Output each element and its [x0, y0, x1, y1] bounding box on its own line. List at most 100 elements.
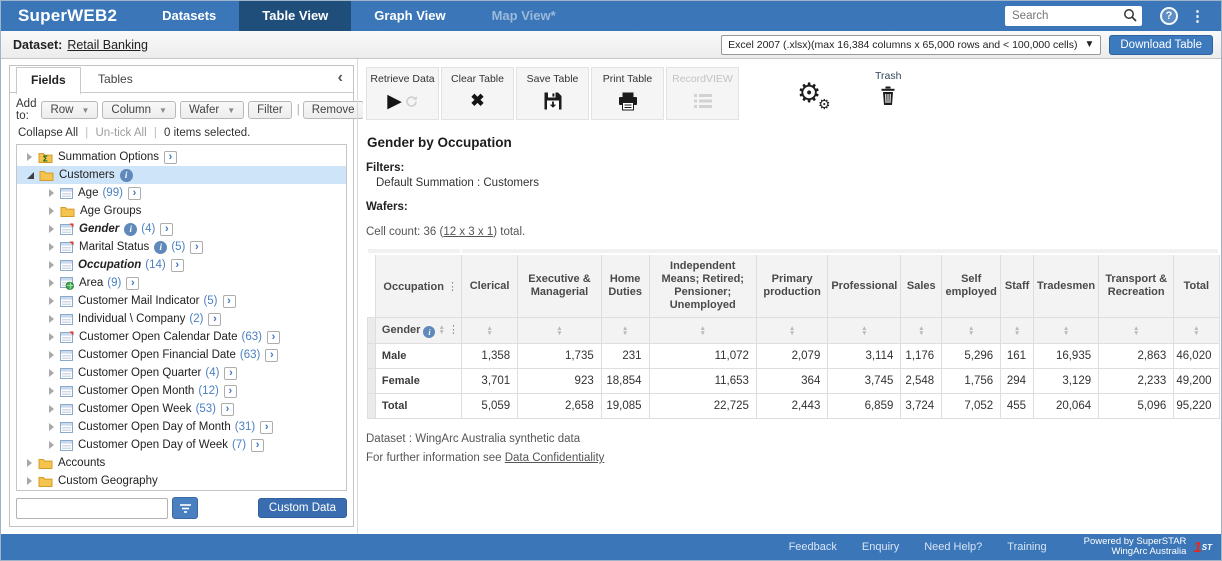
expand-node-icon[interactable] [49, 333, 54, 341]
expand-node-icon[interactable] [49, 261, 54, 269]
tab-graph-view[interactable]: Graph View [351, 1, 468, 31]
column-header[interactable]: Staff [1001, 254, 1034, 318]
expand-node-icon[interactable] [49, 423, 54, 431]
expand-node-icon[interactable] [27, 153, 32, 161]
download-table-button[interactable]: Download Table [1109, 35, 1213, 55]
expand-node-icon[interactable] [49, 351, 54, 359]
collapse-node-icon[interactable] [27, 172, 34, 179]
info-icon[interactable]: i [423, 326, 435, 338]
tree-item-gender[interactable]: Genderi(4)› [17, 220, 346, 238]
add-field-arrow-icon[interactable]: › [265, 349, 278, 362]
tree-item-summation-options[interactable]: ΣSummation Options› [17, 148, 346, 166]
trash-button[interactable]: Trash [875, 67, 901, 109]
expand-node-icon[interactable] [49, 207, 54, 215]
add-field-arrow-icon[interactable]: › [224, 367, 237, 380]
column-header[interactable]: Professional [828, 254, 901, 318]
tree-item-customers[interactable]: Customersi [17, 166, 346, 184]
search-icon[interactable] [1123, 8, 1138, 26]
row-field-header[interactable]: Genderi ▲▼⋮ [375, 318, 461, 344]
info-icon[interactable]: i [154, 241, 167, 254]
tree-item-marital-status[interactable]: Marital Statusi(5)› [17, 238, 346, 256]
add-field-arrow-icon[interactable]: › [128, 187, 141, 200]
tab-fields[interactable]: Fields [16, 67, 81, 95]
column-field-header[interactable]: Occupation⋮ [375, 254, 461, 318]
tree-item-customer-open-quarter[interactable]: Customer Open Quarter(4)› [17, 364, 346, 382]
retrieve-data-button[interactable]: Retrieve Data ▶ [366, 67, 439, 120]
expand-node-icon[interactable] [49, 369, 54, 377]
sort-icon[interactable]: ▲▼ [486, 326, 492, 336]
add-field-arrow-icon[interactable]: › [223, 295, 236, 308]
sort-icon[interactable]: ▲▼ [918, 326, 924, 336]
footer-link-need-help-[interactable]: Need Help? [924, 541, 982, 553]
sort-icon[interactable]: ▲▼ [861, 326, 867, 336]
custom-data-button[interactable]: Custom Data [258, 498, 347, 518]
expand-node-icon[interactable] [49, 387, 54, 395]
add-field-arrow-icon[interactable]: › [164, 151, 177, 164]
add-field-arrow-icon[interactable]: › [190, 241, 203, 254]
tree-item-custom-geography[interactable]: Custom Geography [17, 472, 346, 490]
help-icon[interactable]: ? [1160, 7, 1178, 25]
expand-node-icon[interactable] [49, 243, 54, 251]
wingarc-logo[interactable]: 11STST [1193, 539, 1212, 556]
add-to-row-button[interactable]: Row▼ [41, 101, 98, 119]
column-header[interactable]: Home Duties [601, 254, 649, 318]
add-field-arrow-icon[interactable]: › [171, 259, 184, 272]
sort-icon[interactable]: ▲▼ [439, 325, 445, 335]
tree-item-accounts[interactable]: Accounts [17, 454, 346, 472]
column-header[interactable]: Self employed [942, 254, 1001, 318]
filter-button[interactable]: Filter [248, 101, 292, 119]
add-field-arrow-icon[interactable]: › [208, 313, 221, 326]
sort-icon[interactable]: ▲▼ [968, 326, 974, 336]
tree-item-customer-mail-indicator[interactable]: Customer Mail Indicator(5)› [17, 292, 346, 310]
export-format-select[interactable]: Excel 2007 (.xlsx)(max 16,384 columns x … [721, 35, 1101, 55]
add-field-arrow-icon[interactable]: › [221, 403, 234, 416]
tree-item-customer-open-calendar-date[interactable]: Customer Open Calendar Date(63)› [17, 328, 346, 346]
search-input[interactable] [1005, 6, 1142, 26]
sort-icon[interactable]: ▲▼ [622, 326, 628, 336]
sort-icon[interactable]: ▲▼ [1133, 326, 1139, 336]
tab-tables[interactable]: Tables [84, 67, 147, 92]
footer-link-training[interactable]: Training [1007, 541, 1046, 553]
info-icon[interactable]: i [120, 169, 133, 182]
add-field-arrow-icon[interactable]: › [260, 421, 273, 434]
tree-item-age-groups[interactable]: Age Groups [17, 202, 346, 220]
sort-icon[interactable]: ▲▼ [1014, 326, 1020, 336]
tree-item-occupation[interactable]: Occupation(14)› [17, 256, 346, 274]
info-icon[interactable]: i [124, 223, 137, 236]
tree-item-age[interactable]: Age(99)› [17, 184, 346, 202]
column-header[interactable]: Executive & Managerial [518, 254, 602, 318]
overflow-menu-icon[interactable]: ⋮ [1190, 7, 1205, 25]
column-header[interactable]: Total [1174, 254, 1219, 318]
tree-item-customer-open-week[interactable]: Customer Open Week(53)› [17, 400, 346, 418]
print-table-button[interactable]: Print Table [591, 67, 664, 120]
column-header[interactable]: Transport & Recreation [1099, 254, 1174, 318]
field-search-input[interactable] [16, 498, 168, 519]
tab-table-view[interactable]: Table View [239, 1, 351, 31]
collapse-panel-icon[interactable]: ‹ [338, 69, 343, 87]
tree-item-customer-open-day-of-month[interactable]: Customer Open Day of Month(31)› [17, 418, 346, 436]
add-to-wafer-button[interactable]: Wafer▼ [180, 101, 244, 119]
table-options-button[interactable]: ⚙ ⚙ [797, 80, 833, 114]
collapse-all-link[interactable]: Collapse All [18, 127, 78, 139]
expand-node-icon[interactable] [49, 405, 54, 413]
footer-link-feedback[interactable]: Feedback [789, 541, 837, 553]
tab-datasets[interactable]: Datasets [139, 1, 239, 31]
sort-icon[interactable]: ▲▼ [1063, 326, 1069, 336]
tree-item-area[interactable]: Area(9)› [17, 274, 346, 292]
add-field-arrow-icon[interactable]: › [251, 439, 264, 452]
column-header[interactable]: Clerical [461, 254, 517, 318]
kebab-menu-icon[interactable]: ⋮ [448, 323, 459, 336]
remove-button[interactable]: Remove [303, 101, 364, 119]
tree-item-customer-open-day-of-week[interactable]: Customer Open Day of Week(7)› [17, 436, 346, 454]
sort-icon[interactable]: ▲▼ [1193, 326, 1199, 336]
expand-node-icon[interactable] [27, 459, 32, 467]
column-header[interactable]: Primary production [756, 254, 827, 318]
expand-node-icon[interactable] [49, 297, 54, 305]
tab-map-view[interactable]: Map View* [469, 1, 579, 31]
tree-item-customer-open-financial-date[interactable]: Customer Open Financial Date(63)› [17, 346, 346, 364]
expand-node-icon[interactable] [49, 279, 54, 287]
expand-node-icon[interactable] [27, 477, 32, 485]
add-field-arrow-icon[interactable]: › [267, 331, 280, 344]
tree-item-customer-open-month[interactable]: Customer Open Month(12)› [17, 382, 346, 400]
column-header[interactable]: Tradesmen [1034, 254, 1099, 318]
